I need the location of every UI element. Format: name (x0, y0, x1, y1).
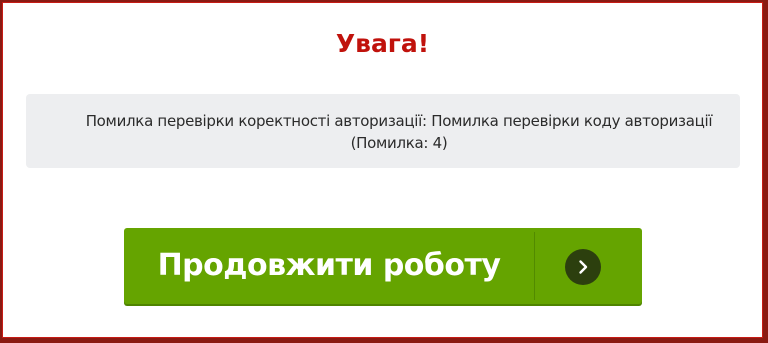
button-divider (534, 232, 535, 300)
error-message-box: Помилка перевірки коректності авторизаці… (26, 94, 740, 168)
alert-dialog: Увага! Помилка перевірки коректності авт… (2, 2, 763, 338)
chevron-right-icon[interactable] (565, 249, 601, 285)
continue-button[interactable]: Продовжити роботу (124, 228, 642, 304)
dialog-title: Увага! (335, 29, 430, 58)
continue-button-label: Продовжити роботу (157, 248, 501, 283)
error-message-line-2: (Помилка: 4) (350, 134, 448, 152)
error-message-line-1: Помилка перевірки коректності авторизаці… (85, 112, 713, 130)
error-message: Помилка перевірки коректності авторизаці… (50, 110, 748, 154)
